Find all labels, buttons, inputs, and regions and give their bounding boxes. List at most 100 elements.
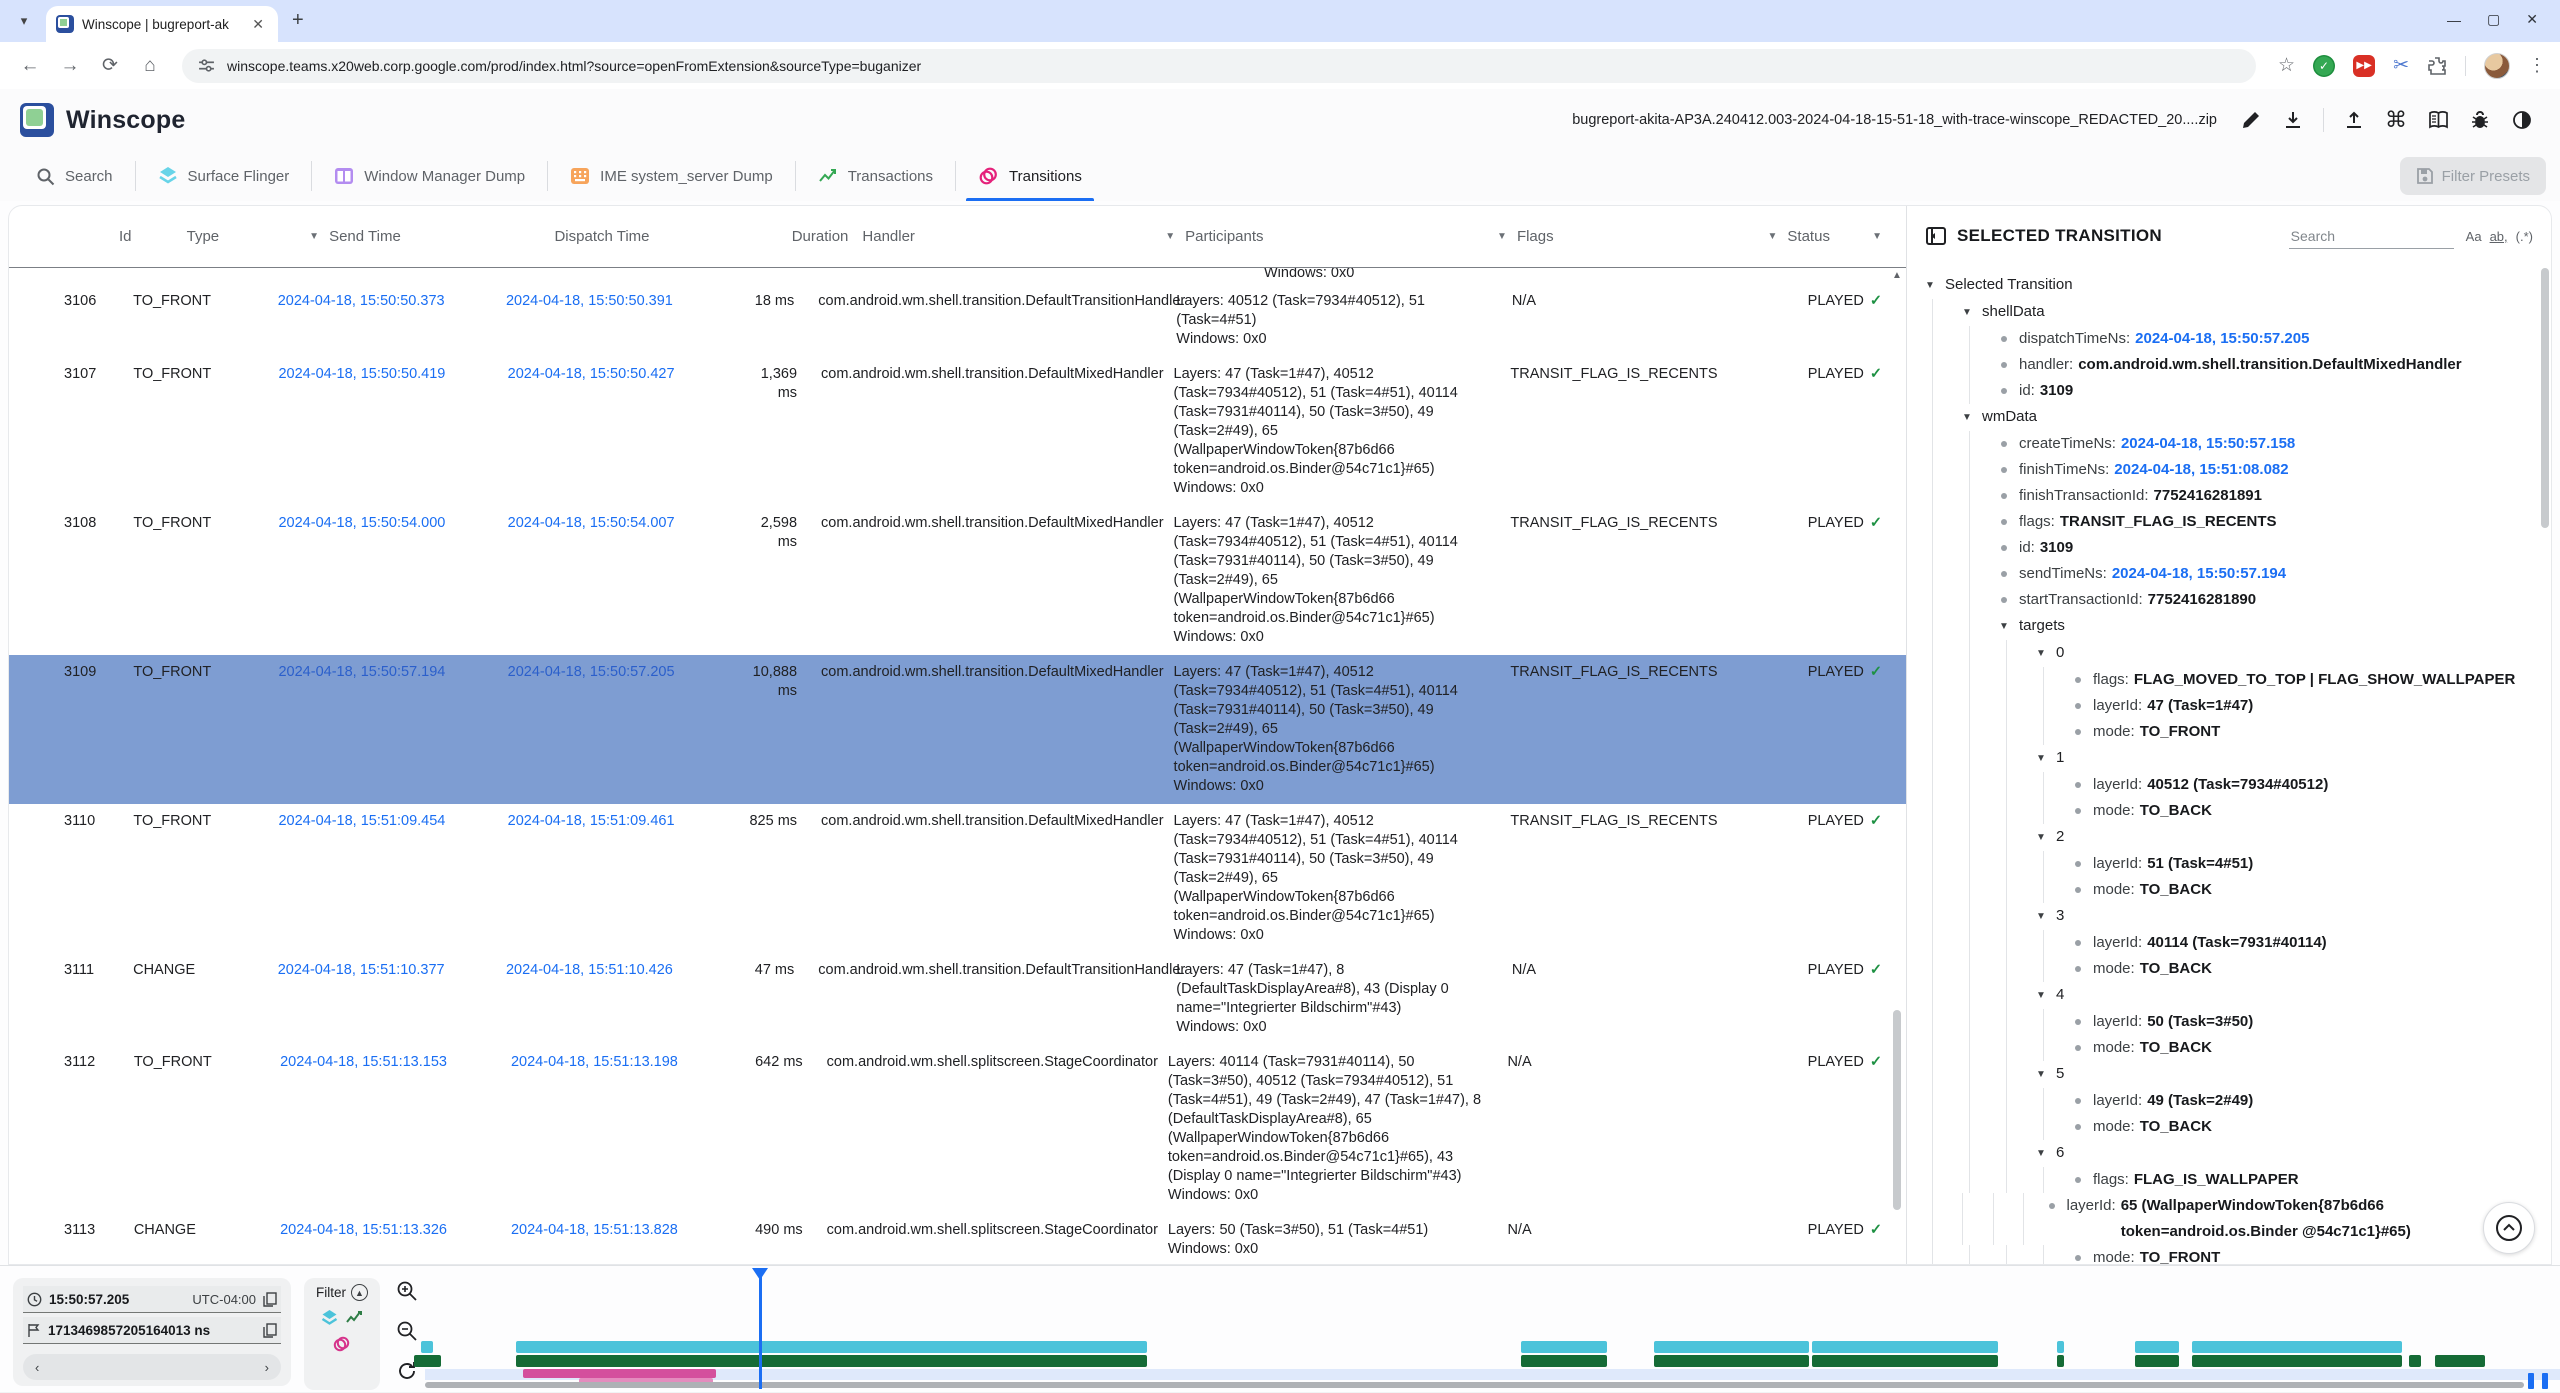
filter-chevron-icon[interactable]: ▼ xyxy=(1768,231,1788,242)
transactions-segment[interactable] xyxy=(2409,1355,2421,1367)
tree-node-layerid[interactable]: layerId:50 (Task=3#50) xyxy=(1925,1009,2551,1035)
tree-node-id[interactable]: id:3109 xyxy=(1925,535,2551,561)
tree-node-selected-transition[interactable]: ▼Selected Transition xyxy=(1925,272,2551,299)
transactions-segment[interactable] xyxy=(2435,1355,2485,1367)
address-bar[interactable]: winscope.teams.x20web.corp.google.com/pr… xyxy=(182,49,2256,83)
new-tab-button[interactable]: + xyxy=(292,9,304,32)
upload-icon[interactable] xyxy=(2336,102,2372,138)
tree-node-layerid[interactable]: layerId:65 (WallpaperWindowToken{87b6d66… xyxy=(1925,1193,2551,1245)
scrollbar-up-arrow-icon[interactable]: ▲ xyxy=(1890,270,1904,281)
tree-node-mode[interactable]: mode:TO_BACK xyxy=(1925,956,2551,982)
tree-node-4[interactable]: ▼4 xyxy=(1925,982,2551,1009)
tree-node-mode[interactable]: mode:TO_BACK xyxy=(1925,798,2551,824)
transactions-segment[interactable] xyxy=(516,1355,1147,1367)
tree-node-flags[interactable]: flags:TRANSIT_FLAG_IS_RECENTS xyxy=(1925,509,2551,535)
expand-collapse-icon[interactable]: ▼ xyxy=(2036,982,2056,1009)
tree-node-dispatchtimens[interactable]: dispatchTimeNs:2024-04-18, 15:50:57.205 xyxy=(1925,326,2551,352)
timeline-cursor-line[interactable] xyxy=(759,1269,762,1389)
filter-chevron-icon[interactable]: ▼ xyxy=(1165,231,1185,242)
tab-search[interactable]: Search xyxy=(14,151,135,201)
timeline-horizontal-scrollbar[interactable] xyxy=(425,1382,2524,1388)
cell-send-time[interactable]: 2024-04-18, 15:50:50.373 xyxy=(278,292,506,349)
cell-send-time[interactable]: 2024-04-18, 15:51:13.326 xyxy=(280,1221,511,1259)
tab-ime-system-server-dump[interactable]: IME system_server Dump xyxy=(548,151,795,201)
documentation-book-icon[interactable] xyxy=(2420,102,2456,138)
tree-node-layerid[interactable]: layerId:51 (Task=4#51) xyxy=(1925,851,2551,877)
collapse-filter-icon[interactable]: ▲ xyxy=(351,1284,368,1301)
cell-dispatch-time[interactable]: 2024-04-18, 15:51:10.426 xyxy=(506,961,736,1037)
column-header-status[interactable]: Status▼ xyxy=(1787,228,1906,245)
transactions-filter-icon[interactable] xyxy=(345,1309,364,1328)
tree-node-layerid[interactable]: layerId:49 (Task=2#49) xyxy=(1925,1088,2551,1114)
table-row-3112[interactable]: 3112TO_FRONT2024-04-18, 15:51:13.1532024… xyxy=(9,1045,1906,1213)
tree-node-layerid[interactable]: layerId:47 (Task=1#47) xyxy=(1925,693,2551,719)
forward-icon[interactable]: → xyxy=(54,50,86,82)
report-bug-icon[interactable] xyxy=(2462,102,2498,138)
filter-presets-button[interactable]: Filter Presets xyxy=(2400,157,2546,195)
tree-node-layerid[interactable]: layerId:40114 (Task=7931#40114) xyxy=(1925,930,2551,956)
cell-send-time[interactable]: 2024-04-18, 15:51:09.454 xyxy=(278,812,507,945)
surface-flinger-segment[interactable] xyxy=(2135,1341,2179,1353)
tree-node-starttransactionid[interactable]: startTransactionId:7752416281890 xyxy=(1925,587,2551,613)
expand-collapse-icon[interactable]: ▼ xyxy=(1962,299,1982,326)
tree-search-input[interactable]: Search xyxy=(2289,224,2454,249)
download-icon[interactable] xyxy=(2275,102,2311,138)
cell-send-time[interactable]: 2024-04-18, 15:50:54.000 xyxy=(278,514,507,647)
regex-icon[interactable]: (.*) xyxy=(2516,229,2533,244)
extensions-puzzle-icon[interactable] xyxy=(2427,56,2447,76)
table-row-3113[interactable]: 3113CHANGE2024-04-18, 15:51:13.3262024-0… xyxy=(9,1213,1906,1264)
expand-collapse-icon[interactable]: ▼ xyxy=(1999,613,2019,640)
scroll-to-top-button[interactable] xyxy=(2483,1202,2535,1254)
transitions-filter-icon[interactable] xyxy=(332,1334,352,1353)
table-row-3111[interactable]: 3111CHANGE2024-04-18, 15:51:10.3772024-0… xyxy=(9,953,1906,1045)
surface-flinger-segment[interactable] xyxy=(1654,1341,1809,1353)
reload-icon[interactable]: ⟳ xyxy=(94,50,126,82)
tree-node-shelldata[interactable]: ▼shellData xyxy=(1925,299,2551,326)
transactions-segment[interactable] xyxy=(1812,1355,1998,1367)
transition-segment[interactable] xyxy=(523,1369,716,1378)
tree-node-1[interactable]: ▼1 xyxy=(1925,745,2551,772)
filter-chevron-icon[interactable]: ▼ xyxy=(1872,231,1892,242)
tree-node-6[interactable]: ▼6 xyxy=(1925,1140,2551,1167)
column-header-part[interactable]: Participants▼ xyxy=(1185,228,1517,245)
expand-collapse-icon[interactable]: ▼ xyxy=(2036,903,2056,930)
extension-video-icon[interactable]: ▶▶ xyxy=(2353,55,2375,77)
site-settings-icon[interactable] xyxy=(198,57,215,74)
match-case-icon[interactable]: Aa xyxy=(2466,229,2482,244)
surface-flinger-segment[interactable] xyxy=(516,1341,1147,1353)
expand-collapse-icon[interactable]: ▼ xyxy=(2036,745,2056,772)
timeline-bookmark-tick[interactable] xyxy=(2528,1373,2534,1389)
window-maximize-icon[interactable]: ▢ xyxy=(2487,11,2500,28)
cell-dispatch-time[interactable]: 2024-04-18, 15:50:54.007 xyxy=(508,514,739,647)
tab-window-manager-dump[interactable]: Window Manager Dump xyxy=(312,151,547,201)
panel-scrollbar[interactable] xyxy=(2540,268,2550,1258)
timeline-cursor-handle[interactable] xyxy=(752,1268,768,1280)
column-header-type[interactable]: Type▼ xyxy=(187,228,329,245)
back-icon[interactable]: ← xyxy=(14,50,46,82)
column-header-id[interactable]: Id xyxy=(64,228,187,245)
tab-transitions[interactable]: Transitions xyxy=(956,151,1104,201)
copy-icon[interactable] xyxy=(263,1323,277,1338)
surface-flinger-segment[interactable] xyxy=(1812,1341,1998,1353)
copy-icon[interactable] xyxy=(263,1292,277,1307)
tab-transactions[interactable]: Transactions xyxy=(796,151,955,201)
filter-chevron-icon[interactable]: ▼ xyxy=(309,231,329,242)
column-header-dur[interactable]: Duration xyxy=(782,228,849,245)
dark-mode-toggle-icon[interactable] xyxy=(2504,102,2540,138)
screenshot-scissors-icon[interactable]: ✂ xyxy=(2393,54,2409,77)
frame-step-bar[interactable]: ‹ › xyxy=(23,1354,281,1380)
table-scrollbar-thumb[interactable] xyxy=(1893,1010,1901,1210)
expand-collapse-icon[interactable]: ▼ xyxy=(2036,1061,2056,1088)
shortcuts-command-icon[interactable]: ⌘ xyxy=(2378,102,2414,138)
transactions-segment[interactable] xyxy=(2057,1355,2064,1367)
timeline-bookmark-tick[interactable] xyxy=(2542,1373,2548,1389)
tree-node-0[interactable]: ▼0 xyxy=(1925,640,2551,667)
surface-flinger-segment[interactable] xyxy=(1521,1341,1607,1353)
surface-flinger-segment[interactable] xyxy=(2057,1341,2064,1353)
tree-node-mode[interactable]: mode:TO_FRONT xyxy=(1925,719,2551,745)
transactions-segment[interactable] xyxy=(2135,1355,2179,1367)
expand-collapse-icon[interactable]: ▼ xyxy=(2036,640,2056,667)
browser-tab[interactable]: Winscope | bugreport-ak ✕ xyxy=(46,6,278,42)
tree-node-3[interactable]: ▼3 xyxy=(1925,903,2551,930)
transactions-segment[interactable] xyxy=(1521,1355,1607,1367)
